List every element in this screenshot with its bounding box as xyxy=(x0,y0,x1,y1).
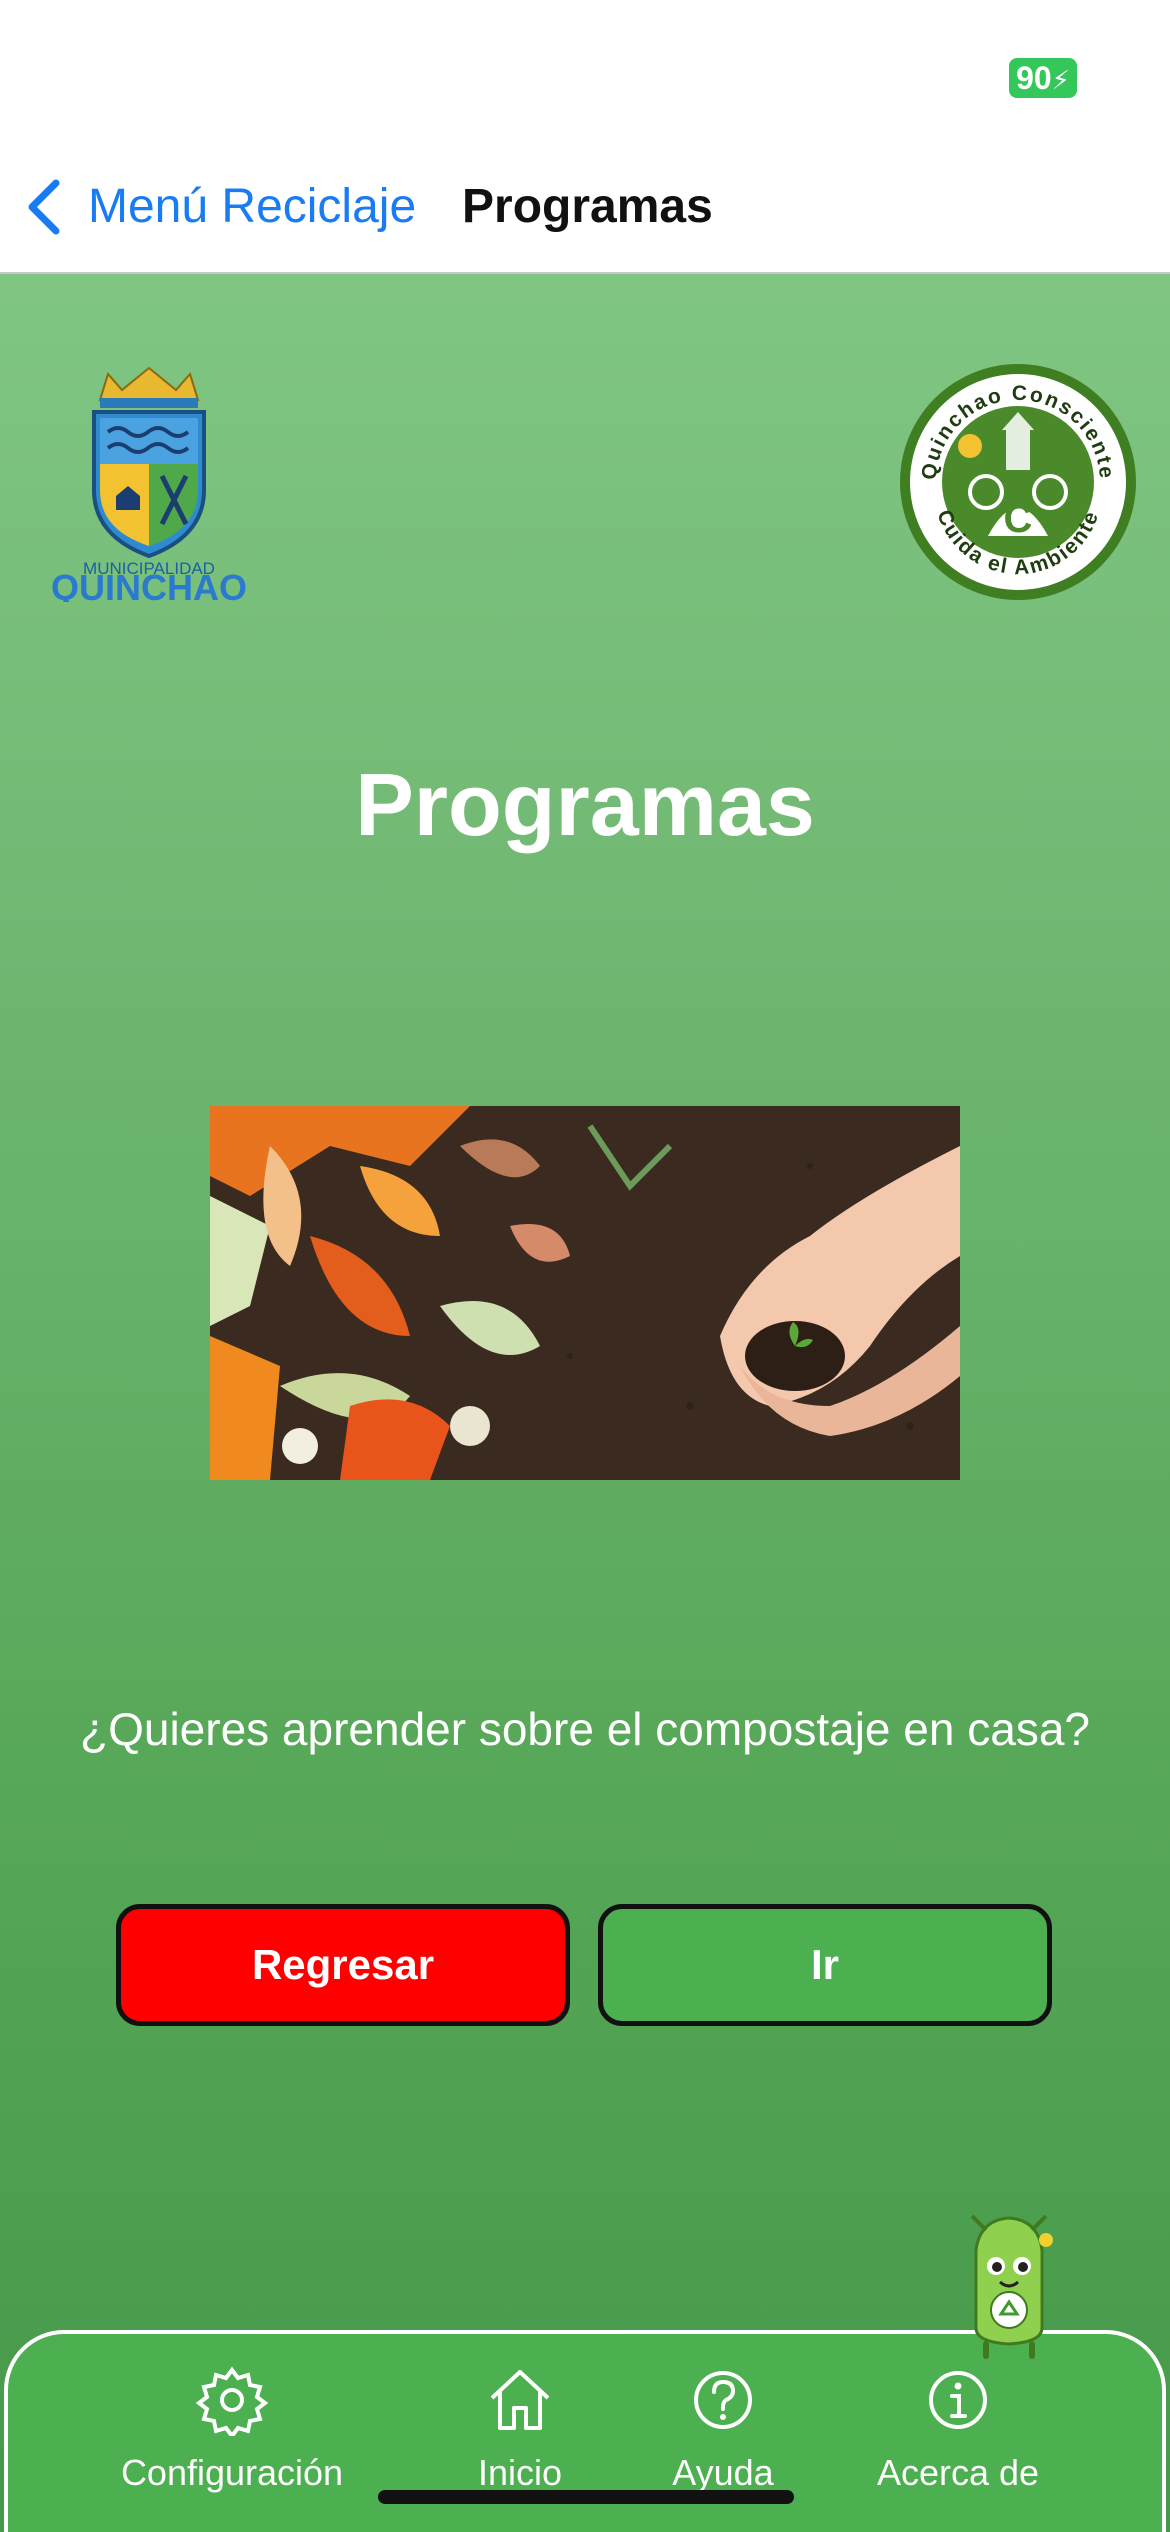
eco-logo-letter: C xyxy=(1004,497,1033,541)
municipality-logo: MUNICIPALIDAD QUINCHAO xyxy=(51,366,247,602)
battery-indicator: 90⚡ xyxy=(1009,58,1077,98)
compost-question: ¿Quieres aprender sobre el compostaje en… xyxy=(79,1703,1090,1755)
back-nav-button[interactable]: Menú Reciclaje xyxy=(24,170,416,244)
tab-ayuda[interactable]: Ayuda xyxy=(648,2364,798,2532)
tab-acerca-de-label: Acerca de xyxy=(876,2452,1040,2493)
info-circle-icon xyxy=(929,2371,987,2429)
chevron-left-icon xyxy=(28,179,60,235)
page-title: Programas xyxy=(355,755,815,854)
back-nav-label: Menú Reciclaje xyxy=(88,180,417,233)
home-indicator xyxy=(378,2490,794,2504)
nav-title: Programas xyxy=(462,180,713,233)
tab-acerca-de[interactable]: Acerca de xyxy=(858,2364,1058,2532)
charging-icon: ⚡ xyxy=(1051,65,1070,95)
municipality-logo-name: QUINCHAO xyxy=(51,567,247,602)
status-bar: 90⚡ xyxy=(0,0,1170,150)
home-icon xyxy=(490,2370,550,2430)
tab-configuracion-label: Configuración xyxy=(120,2452,344,2493)
question-circle-icon xyxy=(694,2371,752,2429)
go-button-label: Ir xyxy=(810,1941,839,1988)
tab-inicio[interactable]: Inicio xyxy=(450,2364,590,2532)
tab-configuracion[interactable]: Configuración xyxy=(120,2364,344,2532)
gear-icon xyxy=(196,2366,268,2436)
battery-level: 90 xyxy=(1016,60,1052,96)
go-button[interactable]: Ir xyxy=(598,1904,1052,2026)
mascot-image xyxy=(970,2214,1053,2359)
back-button[interactable]: Regresar xyxy=(116,1904,570,2026)
quinchao-consciente-logo: Quinchao Consciente Cuida el Ambiente C xyxy=(900,364,1136,600)
navigation-bar: Menú Reciclaje Programas xyxy=(0,150,1170,274)
compost-image xyxy=(210,1106,960,1480)
back-button-label: Regresar xyxy=(251,1941,435,1988)
